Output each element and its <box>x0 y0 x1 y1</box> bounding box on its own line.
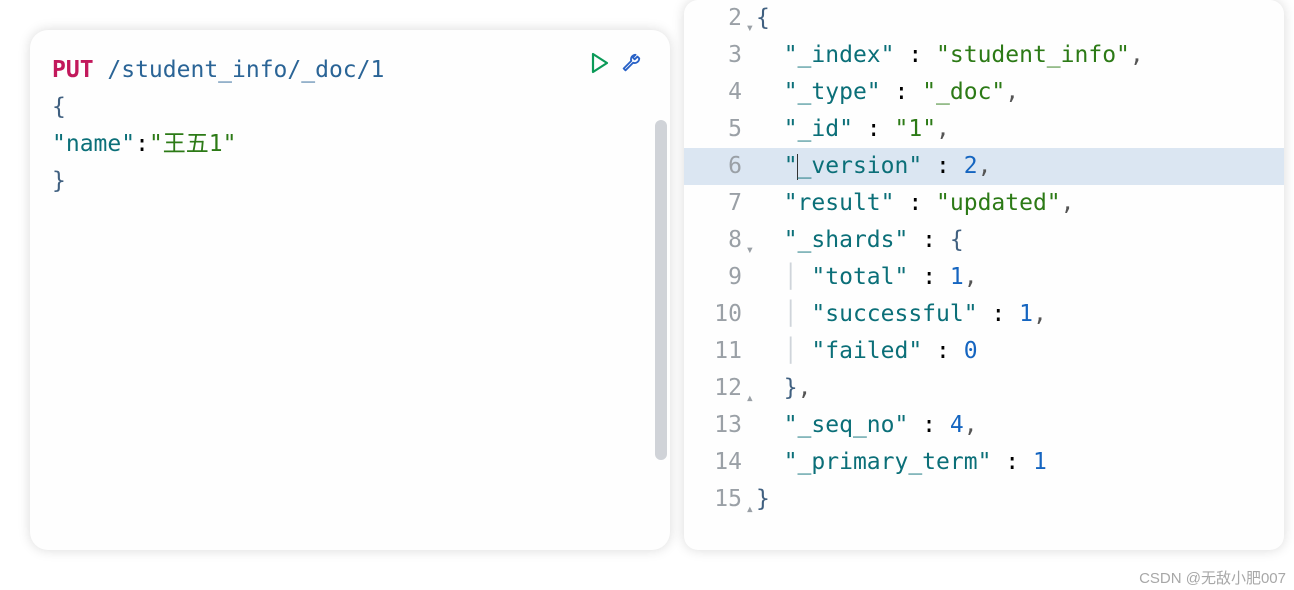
code-content: "_id" : "1", <box>752 111 1284 148</box>
line-number: 13 <box>684 407 752 444</box>
code-content: { <box>752 0 1284 37</box>
request-actions <box>590 52 642 74</box>
line-number: 5 <box>684 111 752 148</box>
response-line: 7 "result" : "updated", <box>684 185 1284 222</box>
code-content: │ "successful" : 1, <box>752 296 1284 333</box>
response-line: 11 │ "failed" : 0 <box>684 333 1284 370</box>
code-content: "_index" : "student_info", <box>752 37 1284 74</box>
line-number: 4 <box>684 74 752 111</box>
code-content: } <box>752 481 1284 518</box>
request-editor-panel: PUT /student_info/_doc/1 { "name":"王五1" … <box>30 30 670 550</box>
code-content: "_seq_no" : 4, <box>752 407 1284 444</box>
code-content: "result" : "updated", <box>752 185 1284 222</box>
code-content: "_type" : "_doc", <box>752 74 1284 111</box>
line-number: 15▴ <box>684 481 752 518</box>
response-line: 13 "_seq_no" : 4, <box>684 407 1284 444</box>
response-line: 8▾ "_shards" : { <box>684 222 1284 259</box>
code-content: "_version" : 2, <box>752 148 1284 185</box>
request-line: PUT /student_info/_doc/1 <box>52 52 670 89</box>
response-line: 3 "_index" : "student_info", <box>684 37 1284 74</box>
response-line: 14 "_primary_term" : 1 <box>684 444 1284 481</box>
line-number: 9 <box>684 259 752 296</box>
fold-icon[interactable]: ▴ <box>746 491 754 528</box>
response-panel: 2▾{3 "_index" : "student_info",4 "_type"… <box>684 0 1284 550</box>
watermark: CSDN @无敌小肥007 <box>1139 567 1286 588</box>
http-method: PUT <box>52 52 94 89</box>
line-number: 12▴ <box>684 370 752 407</box>
response-editor[interactable]: 2▾{3 "_index" : "student_info",4 "_type"… <box>684 0 1284 518</box>
response-line: 2▾{ <box>684 0 1284 37</box>
brace-close: } <box>52 163 670 200</box>
response-line: 12▴ }, <box>684 370 1284 407</box>
wrench-icon[interactable] <box>620 52 642 74</box>
line-number: 8▾ <box>684 222 752 259</box>
code-content: "_shards" : { <box>752 222 1284 259</box>
response-line: 9 │ "total" : 1, <box>684 259 1284 296</box>
request-editor[interactable]: PUT /student_info/_doc/1 { "name":"王五1" … <box>30 30 670 200</box>
response-line: 10 │ "successful" : 1, <box>684 296 1284 333</box>
code-content: }, <box>752 370 1284 407</box>
code-content: │ "total" : 1, <box>752 259 1284 296</box>
response-line: 4 "_type" : "_doc", <box>684 74 1284 111</box>
endpoint: /student_info/_doc/1 <box>94 52 385 89</box>
line-number: 14 <box>684 444 752 481</box>
line-number: 3 <box>684 37 752 74</box>
body-field: "name":"王五1" <box>52 126 670 163</box>
response-line: 5 "_id" : "1", <box>684 111 1284 148</box>
line-number: 2▾ <box>684 0 752 37</box>
run-icon[interactable] <box>590 52 610 74</box>
code-content: │ "failed" : 0 <box>752 333 1284 370</box>
line-number: 6 <box>684 148 752 185</box>
line-number: 10 <box>684 296 752 333</box>
response-line: 15▴} <box>684 481 1284 518</box>
scrollbar[interactable] <box>655 120 667 460</box>
brace-open: { <box>52 89 670 126</box>
response-line: 6 "_version" : 2, <box>684 148 1284 185</box>
line-number: 11 <box>684 333 752 370</box>
code-content: "_primary_term" : 1 <box>752 444 1284 481</box>
line-number: 7 <box>684 185 752 222</box>
